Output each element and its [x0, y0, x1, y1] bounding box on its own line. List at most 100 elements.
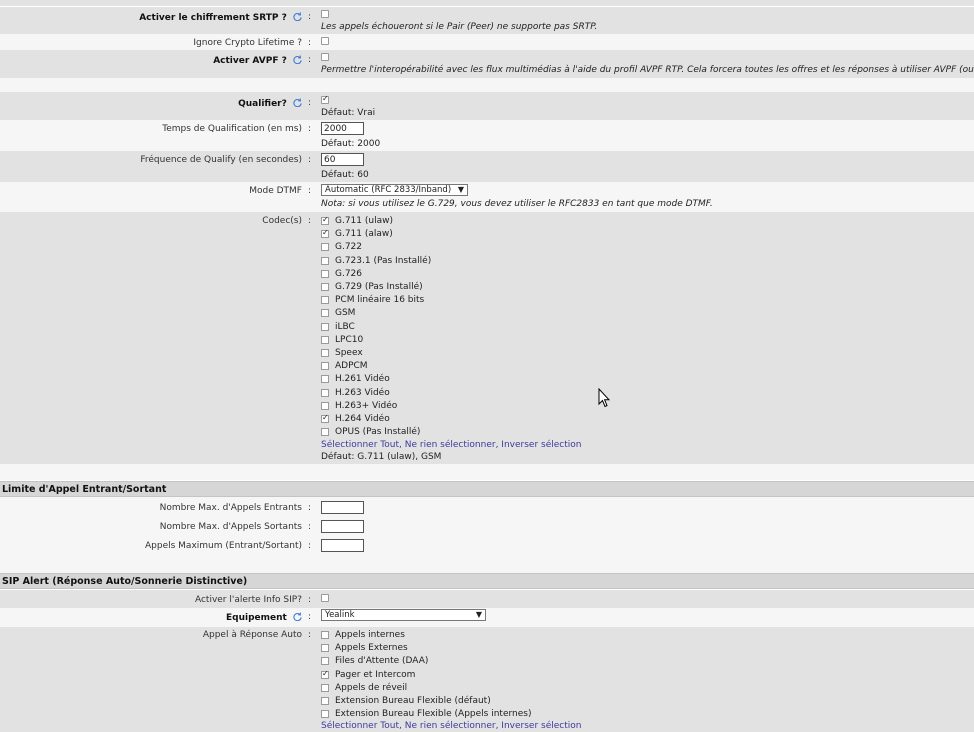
qualify-time-label: Temps de Qualification (en ms) [162, 124, 302, 134]
codec-checkbox[interactable] [321, 243, 329, 252]
auto-answer-checkbox[interactable] [321, 644, 329, 653]
auto-answer-label: Appel à Réponse Auto [202, 630, 302, 640]
codec-checkbox[interactable] [321, 362, 329, 371]
codec-checkbox[interactable] [321, 375, 329, 384]
colon: : [308, 98, 312, 108]
codec-label[interactable]: PCM linéaire 16 bits [335, 295, 424, 305]
codec-checkbox[interactable] [321, 269, 329, 278]
auto-answer-checkbox[interactable] [321, 683, 329, 692]
codec-label[interactable]: LPC10 [335, 335, 363, 345]
codec-label[interactable]: H.261 Vidéo [335, 374, 390, 384]
srtp-checkbox[interactable] [321, 10, 329, 18]
select-none-link[interactable]: Ne rien sélectionner [405, 440, 496, 450]
sip-alert-section-title: SIP Alert (Réponse Auto/Sonnerie Distinc… [0, 573, 974, 589]
colon: : [308, 630, 312, 640]
max-total-label: Appels Maximum (Entrant/Sortant) [145, 541, 302, 551]
codec-label[interactable]: H.263+ Vidéo [335, 401, 397, 411]
codec-label[interactable]: G.726 [335, 269, 362, 279]
mouse-pointer-icon [598, 388, 610, 408]
codec-checkbox[interactable] [321, 215, 329, 225]
max-total-input[interactable] [321, 539, 364, 552]
auto-answer-checkbox[interactable] [321, 657, 329, 666]
ignore-crypto-checkbox[interactable] [321, 37, 329, 45]
codec-checkbox[interactable] [321, 309, 329, 318]
colon: : [308, 12, 312, 22]
auto-answer-checkbox[interactable] [321, 697, 329, 705]
avpf-label: Activer AVPF ? [213, 55, 302, 66]
codec-checkbox[interactable] [321, 256, 329, 265]
codec-label[interactable]: H.263 Vidéo [335, 388, 390, 398]
refresh-info-icon[interactable] [293, 612, 302, 621]
codec-checkbox[interactable] [321, 322, 329, 331]
refresh-info-icon[interactable] [293, 55, 302, 64]
codec-checkbox[interactable] [321, 228, 329, 239]
colon: : [308, 216, 312, 226]
codec-checkbox[interactable] [321, 296, 329, 305]
codec-checkbox[interactable] [321, 401, 329, 410]
auto-answer-label[interactable]: Appels internes [335, 630, 405, 640]
auto-answer-checkbox[interactable] [321, 710, 329, 719]
codec-checkbox[interactable] [321, 413, 329, 423]
refresh-info-icon[interactable] [293, 12, 302, 21]
select-all-link[interactable]: Sélectionner Tout [321, 721, 399, 731]
codec-label[interactable]: GSM [335, 308, 355, 318]
codec-checkbox[interactable] [321, 388, 329, 397]
avpf-checkbox[interactable] [321, 53, 329, 61]
invert-selection-link[interactable]: Inverser sélection [501, 721, 581, 731]
codec-checkbox[interactable] [321, 283, 329, 291]
codec-checkbox[interactable] [321, 349, 329, 357]
auto-answer-checkbox[interactable] [321, 669, 329, 679]
dropdown-arrow-icon: ▼ [457, 185, 464, 194]
max-out-label: Nombre Max. d'Appels Sortants [159, 522, 302, 532]
auto-answer-label[interactable]: Files d'Attente (DAA) [335, 656, 428, 666]
invert-selection-link[interactable]: Inverser sélection [501, 440, 581, 450]
codec-select-links: Sélectionner Tout, Ne rien sélectionner,… [321, 440, 582, 450]
auto-answer-label[interactable]: Pager et Intercom [335, 670, 415, 680]
auto-select-links: Sélectionner Tout, Ne rien sélectionner,… [321, 721, 582, 731]
auto-answer-label[interactable]: Appels de réveil [335, 683, 407, 693]
colon: : [308, 38, 312, 48]
max-out-input[interactable] [321, 520, 364, 533]
max-in-input[interactable] [321, 501, 364, 514]
refresh-info-icon[interactable] [293, 98, 302, 107]
colon: : [308, 55, 312, 65]
qualifier-checkbox[interactable] [321, 94, 329, 104]
codec-checkbox[interactable] [321, 428, 329, 437]
codec-checkbox[interactable] [321, 335, 329, 344]
auto-answer-checkbox[interactable] [321, 631, 329, 639]
qualify-freq-input[interactable]: 60 [321, 153, 364, 166]
codec-label[interactable]: G.711 (alaw) [335, 229, 393, 239]
colon: : [308, 595, 312, 605]
codec-label[interactable]: H.264 Vidéo [335, 414, 390, 424]
select-none-link[interactable]: Ne rien sélectionner [405, 721, 496, 731]
auto-answer-label[interactable]: Extension Bureau Flexible (Appels intern… [335, 709, 531, 719]
codec-label[interactable]: iLBC [335, 322, 355, 332]
call-limit-section-title: Limite d'Appel Entrant/Sortant [0, 481, 974, 497]
codec-label[interactable]: G.723.1 (Pas Installé) [335, 256, 431, 266]
qualify-freq-default: Défaut: 60 [321, 170, 369, 180]
colon: : [308, 541, 312, 551]
max-in-label: Nombre Max. d'Appels Entrants [159, 503, 302, 513]
codecs-label: Codec(s) [262, 216, 302, 226]
qualify-time-input[interactable]: 2000 [321, 122, 364, 135]
codec-label[interactable]: ADPCM [335, 361, 368, 371]
auto-answer-label[interactable]: Extension Bureau Flexible (défaut) [335, 696, 491, 706]
srtp-note: Les appels échoueront si le Pair (Peer) … [321, 22, 598, 32]
colon: : [308, 155, 312, 165]
auto-answer-label[interactable]: Appels Externes [335, 643, 408, 653]
equipment-label: Equipement [226, 612, 302, 623]
select-all-link[interactable]: Sélectionner Tout [321, 440, 399, 450]
colon: : [308, 186, 312, 196]
codec-label[interactable]: G.722 [335, 242, 362, 252]
equipment-select[interactable]: Yealink ▼ [321, 609, 486, 621]
codec-label[interactable]: OPUS (Pas Installé) [335, 427, 420, 437]
codec-label[interactable]: G.711 (ulaw) [335, 216, 393, 226]
qualifier-label: Qualifier? [238, 98, 302, 109]
codec-label[interactable]: Speex [335, 348, 363, 358]
codec-label[interactable]: G.729 (Pas Installé) [335, 282, 423, 292]
qualifier-default: Défaut: Vrai [321, 108, 376, 118]
codecs-default: Défaut: G.711 (ulaw), GSM [321, 452, 442, 462]
dtmf-note: Nota: si vous utilisez le G.729, vous de… [321, 199, 713, 209]
dtmf-select[interactable]: Automatic (RFC 2833/Inband) ▼ [321, 184, 468, 196]
sip-info-checkbox[interactable] [321, 594, 329, 602]
